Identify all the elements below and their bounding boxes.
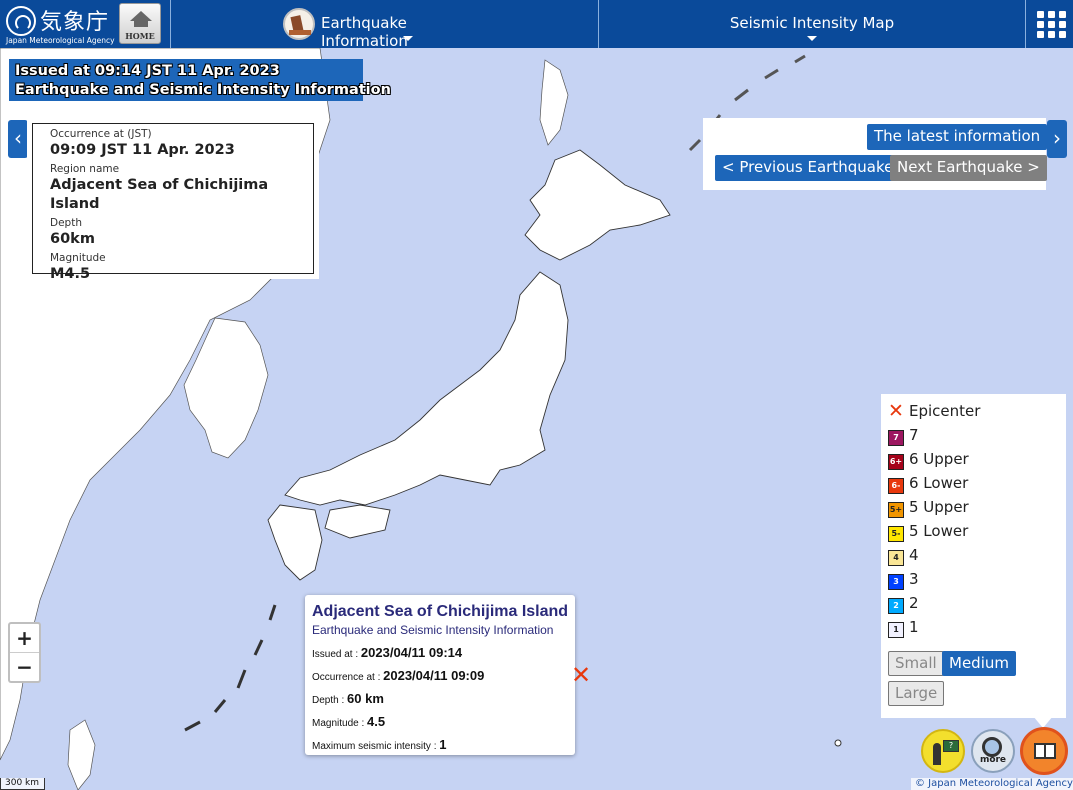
occurrence-label: Occurrence at (JST) — [50, 128, 152, 140]
kyushu — [267, 504, 323, 581]
region-value: Adjacent Sea of Chichijima Island — [50, 177, 269, 212]
intensity-label: 6 Upper — [909, 450, 969, 468]
magnitude-label: Magnitude — [50, 252, 106, 264]
copyright[interactable]: © Japan Meteorological Agency — [911, 778, 1073, 790]
size-medium-button[interactable]: Medium — [942, 651, 1016, 676]
size-small-button[interactable]: Small — [888, 651, 944, 676]
bonin-island — [834, 739, 842, 747]
earthquake-popup: Adjacent Sea of Chichijima Island Earthq… — [305, 595, 575, 755]
tab-seismic-intensity-map[interactable]: Seismic Intensity Map — [599, 0, 1025, 48]
latest-information-button[interactable]: The latest information — [867, 124, 1048, 150]
popup-depth: Depth : 60 km — [312, 691, 384, 706]
help-sign-icon: ? — [943, 740, 959, 752]
home-label: HOME — [125, 31, 155, 41]
more-button[interactable]: more — [971, 729, 1015, 773]
popup-title: Adjacent Sea of Chichijima Island — [312, 603, 569, 620]
agency-name-jp: 気象庁 — [40, 10, 110, 35]
zoom-control: + − — [8, 622, 41, 683]
intensity-label: 5 Upper — [909, 498, 969, 516]
scale-bar: 300 km — [0, 778, 45, 790]
popup-issued: Issued at : 2023/04/11 09:14 — [312, 645, 463, 660]
intensity-swatch: 4 — [888, 550, 904, 566]
previous-earthquake-button[interactable]: < Previous Earthquake — [715, 155, 901, 181]
magnifier-icon — [982, 737, 1002, 757]
person-icon — [933, 743, 941, 765]
legend-toggle-button[interactable] — [1020, 727, 1068, 775]
intensity-swatch: 1 — [888, 622, 904, 638]
depth-value: 60km — [50, 231, 95, 247]
chevron-down-icon — [403, 36, 413, 41]
intensity-label: 4 — [909, 546, 919, 564]
region-label: Region name — [50, 163, 120, 175]
intensity-swatch: 5+ — [888, 502, 904, 518]
event-navigation: The latest information < Previous Earthq… — [703, 118, 1048, 190]
epicenter-marker[interactable]: ✕ — [571, 663, 591, 687]
info-type: Earthquake and Seismic Intensity Informa… — [15, 82, 391, 98]
earthquake-detail-panel: Occurrence at (JST) 09:09 JST 11 Apr. 20… — [27, 118, 319, 282]
issued-banner: Issued at 09:14 JST 11 Apr. 2023 Earthqu… — [9, 59, 391, 101]
intensity-swatch: 3 — [888, 574, 904, 590]
ryukyu-islands — [184, 604, 277, 732]
hokkaido — [524, 149, 671, 261]
grid-menu-button[interactable] — [1028, 0, 1073, 48]
popup-subtitle: Earthquake and Seismic Intensity Informa… — [312, 623, 554, 637]
previous-arrow-button[interactable]: ‹ — [8, 120, 28, 158]
tab-earthquake-information[interactable]: Earthquake Information — [316, 0, 496, 50]
size-large-button[interactable]: Large — [888, 681, 945, 706]
home-button[interactable]: HOME — [119, 3, 161, 44]
popup-magnitude: Magnitude : 4.5 — [312, 714, 386, 729]
next-earthquake-button[interactable]: Next Earthquake > — [890, 155, 1047, 181]
zoom-in-button[interactable]: + — [10, 624, 39, 653]
magnitude-value: M4.5 — [50, 266, 91, 282]
tab-label: Earthquake Information — [321, 14, 408, 50]
jma-emblem-icon — [6, 6, 36, 36]
top-bar: 気象庁 Japan Meteorological Agency HOME Ear… — [0, 0, 1073, 50]
popup-occurrence: Occurrence at : 2023/04/11 09:09 — [312, 668, 485, 683]
sakhalin — [539, 59, 569, 146]
next-arrow-button[interactable]: › — [1047, 120, 1067, 158]
tab-label: Seismic Intensity Map — [729, 14, 895, 32]
chevron-right-icon: › — [1053, 126, 1061, 150]
occurrence-value: 09:09 JST 11 Apr. 2023 — [50, 142, 235, 158]
zoom-out-button[interactable]: − — [10, 653, 39, 682]
honshu — [284, 271, 569, 506]
epicenter-icon: ✕ — [888, 400, 904, 422]
agency-name-en: Japan Meteorological Agency — [6, 36, 115, 45]
grid-menu-icon — [1037, 11, 1044, 18]
intensity-label: 5 Lower — [909, 522, 969, 540]
intensity-label: 1 — [909, 618, 919, 636]
intensity-swatch: 5- — [888, 526, 904, 542]
more-label: more — [979, 755, 1007, 765]
jma-logo[interactable]: 気象庁 Japan Meteorological Agency — [6, 4, 115, 45]
depth-label: Depth — [50, 217, 82, 229]
taiwan — [67, 719, 96, 790]
intensity-label: 6 Lower — [909, 474, 969, 492]
intensity-swatch: 6- — [888, 478, 904, 494]
earthquake-info-icon — [283, 8, 315, 40]
issued-time: Issued at 09:14 JST 11 Apr. 2023 — [15, 63, 280, 79]
intensity-label: 7 — [909, 426, 919, 444]
intensity-swatch: 6+ — [888, 454, 904, 470]
guide-button[interactable]: ? — [921, 729, 965, 773]
popup-max-intensity: Maximum seismic intensity : 1 — [312, 737, 447, 752]
chevron-down-icon — [807, 36, 817, 41]
intensity-swatch: 2 — [888, 598, 904, 614]
book-icon — [1034, 743, 1056, 759]
chevron-left-icon: ‹ — [14, 126, 22, 150]
intensity-legend: ✕ Epicenter 7 7 6+ 6 Upper 6- 6 Lower 5+ 5 Uppe… — [881, 394, 1066, 718]
intensity-swatch: 7 — [888, 430, 904, 446]
intensity-label: 2 — [909, 594, 919, 612]
shikoku — [324, 504, 391, 539]
intensity-label: 3 — [909, 570, 919, 588]
